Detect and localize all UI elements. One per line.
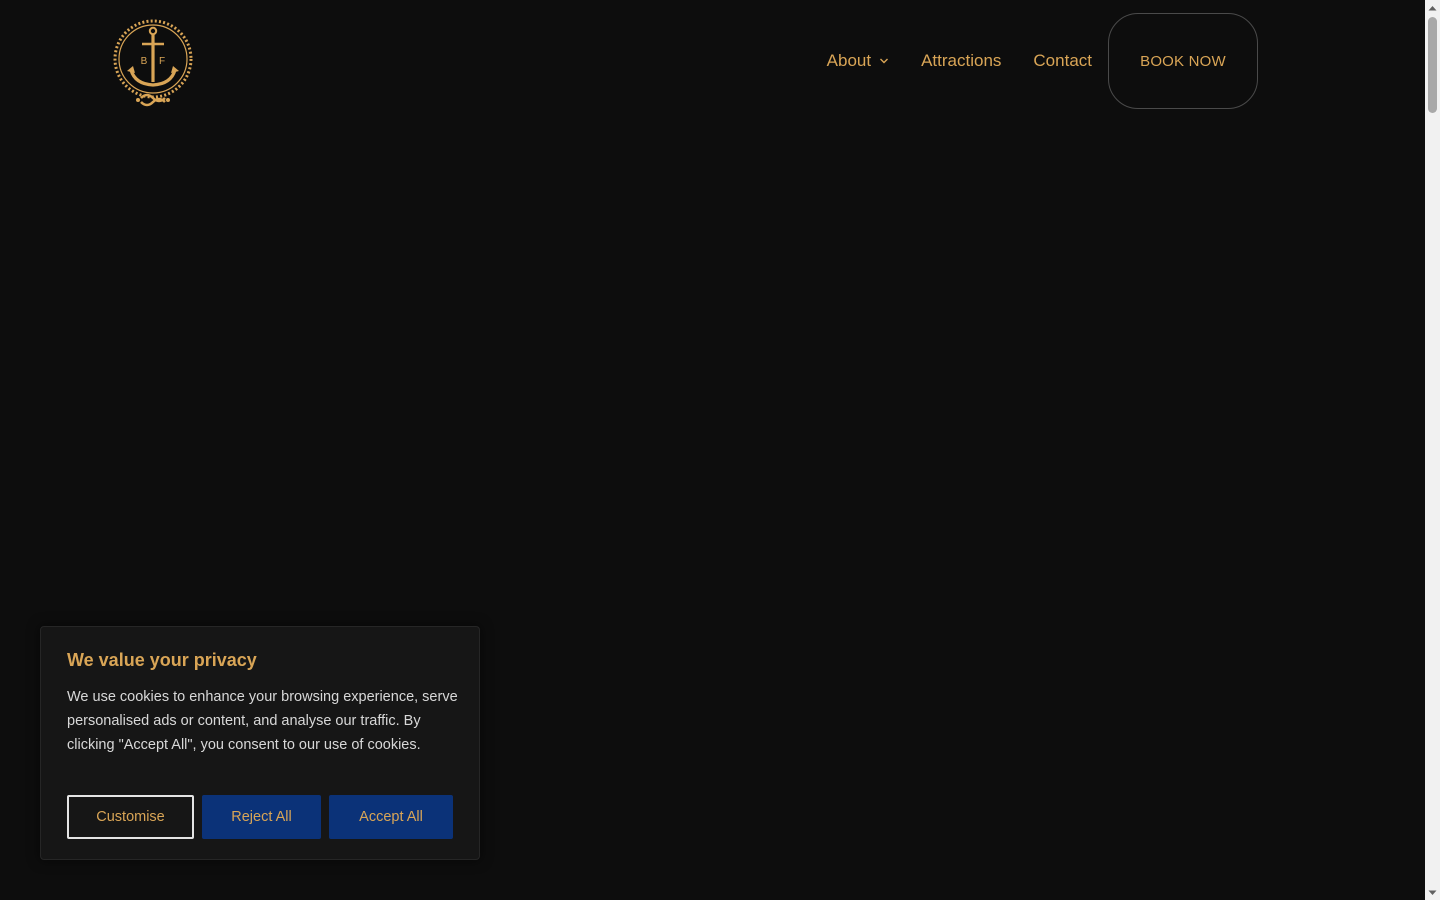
customise-button[interactable]: Customise: [67, 795, 194, 839]
nav-item-attractions[interactable]: Attractions: [905, 13, 1017, 109]
cookie-banner-title: We value your privacy: [67, 650, 257, 670]
vertical-scrollbar[interactable]: [1425, 0, 1440, 900]
main-navigation: About Attractions Contact BOOK NOW: [811, 13, 1258, 109]
cookie-banner-text: We use cookies to enhance your browsing …: [67, 689, 458, 753]
anchor-logo-icon: B F: [113, 19, 193, 107]
nav-about-label: About: [826, 51, 872, 70]
nav-item-about[interactable]: About: [811, 13, 905, 109]
cookie-banner-actions: Customise Reject All Accept All: [67, 795, 453, 839]
logo-letter-f: F: [159, 56, 165, 67]
main-content-area: B F About Attractions Contact BOOK NOW W…: [0, 0, 1425, 900]
reject-all-button[interactable]: Reject All: [202, 795, 321, 839]
site-logo-link[interactable]: B F: [111, 14, 195, 108]
site-header: B F About Attractions Contact BOOK NOW: [0, 0, 1425, 120]
accept-all-button[interactable]: Accept All: [329, 795, 453, 839]
scroll-up-arrow-icon[interactable]: [1425, 0, 1440, 15]
cookie-consent-banner: We value your privacy We use cookies to …: [40, 626, 480, 860]
logo-letter-b: B: [141, 56, 148, 67]
nav-item-contact[interactable]: Contact: [1017, 13, 1108, 109]
scrollbar-thumb[interactable]: [1428, 17, 1437, 113]
chevron-down-icon: [880, 58, 889, 64]
scroll-down-arrow-icon[interactable]: [1425, 885, 1440, 900]
page: B F About Attractions Contact BOOK NOW W…: [0, 0, 1440, 900]
book-now-button[interactable]: BOOK NOW: [1108, 13, 1258, 109]
